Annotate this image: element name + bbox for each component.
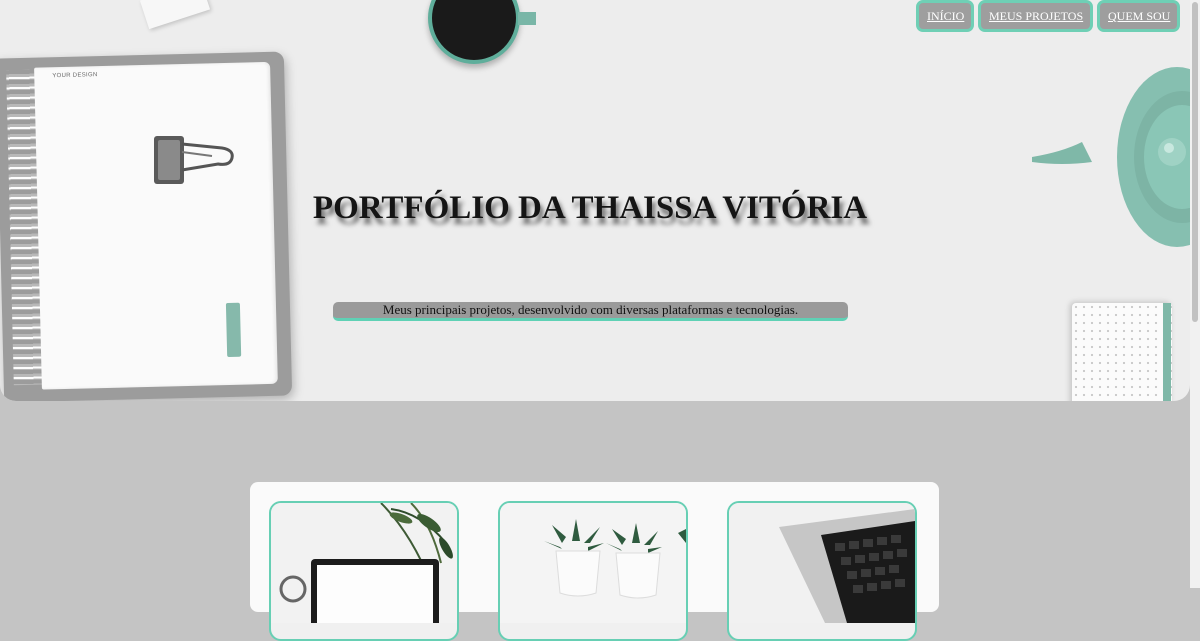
keyboard-laptop-image	[729, 503, 915, 623]
hero-section: YOUR DESIGN INÍCIO MEUS PROJETOS QUEM SO…	[0, 0, 1190, 401]
paper-decoration	[139, 0, 211, 30]
nav-link-inicio[interactable]: INÍCIO	[916, 0, 974, 32]
teapot-icon	[1032, 67, 1190, 247]
notebook-tab	[225, 302, 242, 358]
nav-link-meus-projetos[interactable]: MEUS PROJETOS	[978, 0, 1093, 32]
coffee-mug-decoration	[428, 0, 520, 64]
main-nav: INÍCIO MEUS PROJETOS QUEM SOU	[916, 0, 1180, 32]
project-card-succulents[interactable]	[498, 501, 688, 641]
page-scrollbar[interactable]	[1190, 0, 1200, 588]
notebook-label: YOUR DESIGN	[52, 72, 98, 80]
nav-link-quem-sou[interactable]: QUEM SOU	[1097, 0, 1180, 32]
succulents-image	[500, 503, 686, 623]
mug-handle-decoration	[518, 12, 536, 25]
hero-subtitle: Meus principais projetos, desenvolvido c…	[333, 302, 848, 321]
laptop-plant-image	[271, 503, 457, 623]
projects-panel	[250, 482, 939, 641]
binder-clip-icon	[154, 136, 234, 184]
notepad-decoration	[1072, 303, 1172, 401]
project-card-laptop[interactable]	[269, 501, 459, 641]
page-title: PORTFÓLIO DA THAISSA VITÓRIA	[312, 190, 868, 226]
project-card-keyboard[interactable]	[727, 501, 917, 641]
notepad-band-decoration	[1163, 303, 1171, 401]
scrollbar-thumb[interactable]	[1192, 2, 1198, 322]
